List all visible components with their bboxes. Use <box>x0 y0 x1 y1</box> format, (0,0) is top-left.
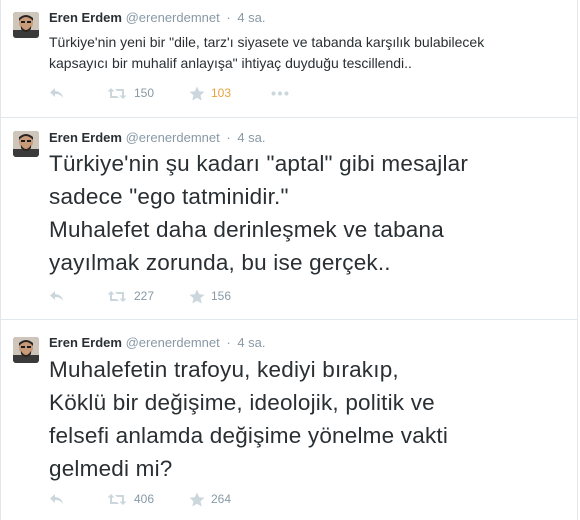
tweet-timestamp[interactable]: 4 sa. <box>237 335 265 350</box>
tweet-text: Türkiye'nin yeni bir "dile, tarz'ı siyas… <box>49 34 485 71</box>
tweet-header: Eren Erdem @erenerdemnet · 4 sa. <box>49 335 266 351</box>
author-name[interactable]: Eren Erdem <box>49 130 122 145</box>
star-icon <box>189 86 205 101</box>
separator-dot: · <box>226 10 231 25</box>
author-handle[interactable]: @erenerdemnet <box>126 130 220 145</box>
retweet-button[interactable]: 150 <box>107 86 189 100</box>
retweet-icon <box>107 493 127 506</box>
reply-button[interactable] <box>49 290 107 302</box>
separator-dot: · <box>226 335 231 350</box>
retweet-count: 227 <box>134 289 155 303</box>
separator-dot: · <box>226 130 231 145</box>
tweet-text: Türkiye'nin şu kadarı "aptal" gibi mesaj… <box>49 151 469 275</box>
favorite-button[interactable]: 264 <box>189 492 271 507</box>
tweet[interactable]: Eren Erdem @erenerdemnet · 4 sa. Türkiye… <box>0 0 578 118</box>
retweet-button[interactable]: 227 <box>107 289 189 303</box>
favorite-button[interactable]: 103 <box>189 86 271 101</box>
reply-icon <box>49 87 65 99</box>
retweet-icon <box>107 87 127 100</box>
reply-icon <box>49 493 65 505</box>
reply-icon <box>49 290 65 302</box>
author-handle[interactable]: @erenerdemnet <box>126 10 220 25</box>
avatar[interactable] <box>13 131 39 157</box>
retweet-button[interactable]: 406 <box>107 492 189 506</box>
tweet-timestamp[interactable]: 4 sa. <box>237 10 265 25</box>
tweet-header: Eren Erdem @erenerdemnet · 4 sa. <box>49 130 266 146</box>
reply-button[interactable] <box>49 493 107 505</box>
star-icon <box>189 492 205 507</box>
more-button[interactable] <box>271 91 301 96</box>
more-icon <box>271 91 289 96</box>
tweet[interactable]: Eren Erdem @erenerdemnet · 4 sa. Türkiye… <box>0 118 578 320</box>
tweet-text: Muhalefetin trafoyu, kediyi bırakıp, Kök… <box>49 357 449 481</box>
favorite-count: 264 <box>211 492 232 506</box>
tweet-actions: 406 264 <box>49 490 271 508</box>
author-name[interactable]: Eren Erdem <box>49 10 122 25</box>
favorite-button[interactable]: 156 <box>189 289 271 304</box>
tweet[interactable]: Eren Erdem @erenerdemnet · 4 sa. Muhalef… <box>0 320 578 520</box>
retweet-count: 150 <box>134 86 155 100</box>
author-handle[interactable]: @erenerdemnet <box>126 335 220 350</box>
reply-button[interactable] <box>49 87 107 99</box>
tweet-timestamp[interactable]: 4 sa. <box>237 130 265 145</box>
favorite-count: 156 <box>211 289 232 303</box>
retweet-count: 406 <box>134 492 155 506</box>
author-name[interactable]: Eren Erdem <box>49 335 122 350</box>
tweet-actions: 227 156 <box>49 287 271 305</box>
retweet-icon <box>107 290 127 303</box>
tweet-actions: 150 103 <box>49 84 301 102</box>
avatar[interactable] <box>13 337 39 363</box>
avatar[interactable] <box>13 12 39 38</box>
tweet-header: Eren Erdem @erenerdemnet · 4 sa. <box>49 10 266 26</box>
favorite-count: 103 <box>211 86 232 100</box>
star-icon <box>189 289 205 304</box>
